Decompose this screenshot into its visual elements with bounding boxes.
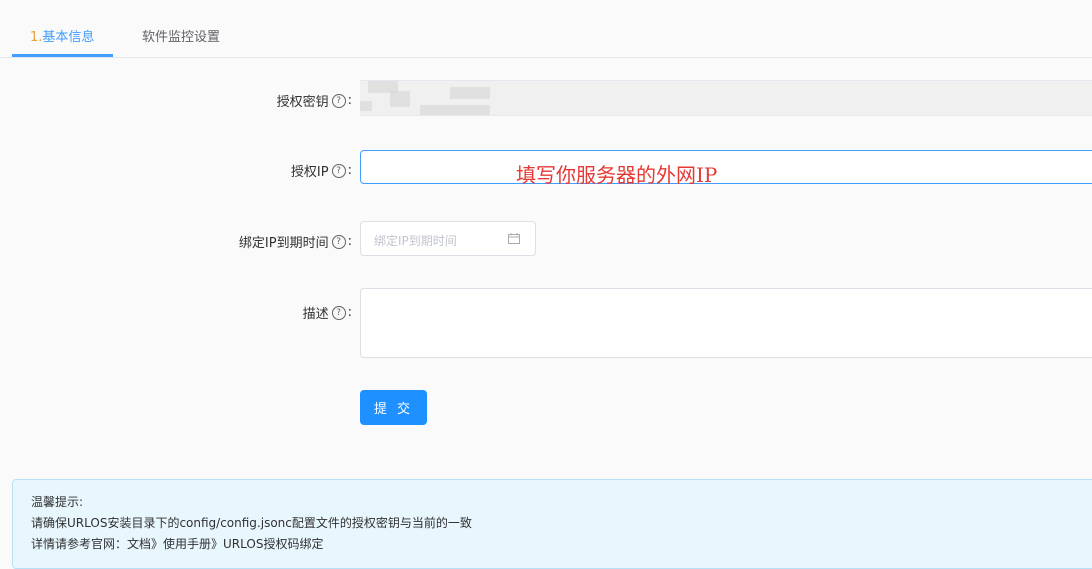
redacted-mark [450, 87, 490, 99]
description-textarea[interactable] [360, 288, 1092, 358]
calendar-icon [508, 233, 520, 244]
active-tab-indicator [12, 54, 113, 57]
key-label-text: 授权密钥 [276, 95, 329, 110]
tip-line-2: 详情请参考官网：文档》使用手册》URLOS授权码绑定 [31, 537, 324, 551]
tab-basic-info[interactable]: 1.基本信息 [30, 26, 94, 45]
redacted-mark [420, 105, 490, 115]
key-label: 授权密钥 ? : [277, 91, 352, 110]
tab-monitor-settings[interactable]: 软件监控设置 [142, 26, 220, 45]
auth-ip-input[interactable] [360, 150, 1092, 184]
tab-step-number: 1. [30, 30, 43, 45]
tip-line-1: 请确保URLOS安装目录下的config/config.jsonc配置文件的授权… [31, 516, 472, 530]
tip-title: 温馨提示: [31, 495, 84, 509]
expire-date-placeholder: 绑定IP到期时间 [374, 234, 457, 248]
submit-button[interactable]: 提 交 [360, 390, 427, 425]
tab-basic-info-label: 基本信息 [42, 30, 95, 45]
auth-key-value [360, 80, 1092, 116]
desc-label-colon: : [347, 305, 352, 320]
expire-label-colon: : [347, 234, 352, 249]
question-circle-icon[interactable]: ? [331, 305, 346, 320]
ip-label-text: 授权IP [290, 165, 329, 180]
ip-label-colon: : [347, 163, 352, 178]
ip-annotation: 填写你服务器的外网IP [516, 163, 718, 187]
expire-label: 绑定IP到期时间 ? : [239, 232, 352, 251]
question-circle-icon[interactable]: ? [331, 93, 346, 108]
expire-date-picker[interactable]: 绑定IP到期时间 [360, 221, 536, 256]
tip-box: 温馨提示: 请确保URLOS安装目录下的config/config.jsonc配… [12, 479, 1092, 569]
tab-bar: 1.基本信息 软件监控设置 [0, 0, 1092, 58]
desc-label: 描述 ? : [303, 303, 352, 322]
question-circle-icon[interactable]: ? [331, 234, 346, 249]
redacted-mark [360, 101, 372, 111]
desc-label-text: 描述 [302, 307, 329, 322]
redacted-mark [390, 91, 410, 107]
expire-label-text: 绑定IP到期时间 [238, 236, 329, 251]
ip-label: 授权IP ? : [291, 161, 352, 180]
question-circle-icon[interactable]: ? [331, 163, 346, 178]
key-label-colon: : [347, 93, 352, 108]
